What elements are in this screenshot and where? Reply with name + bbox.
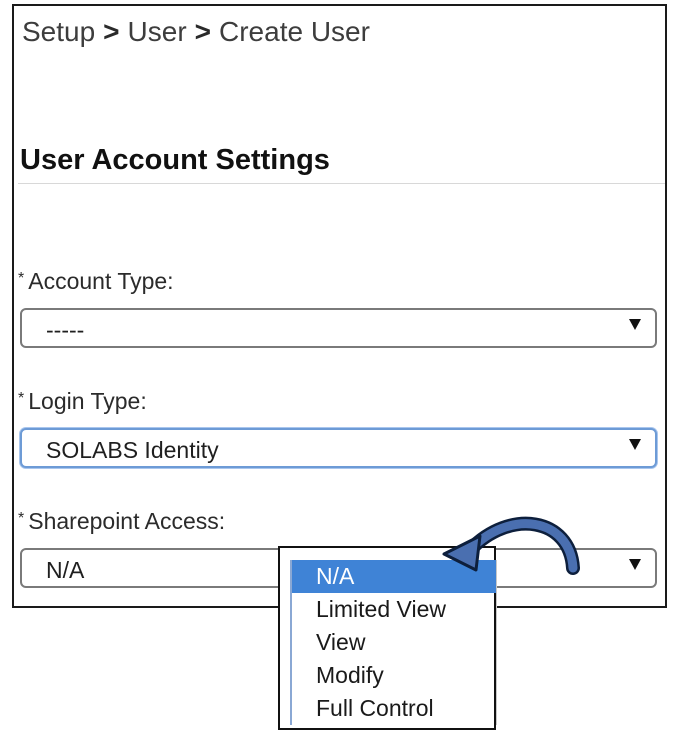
- sharepoint-access-label: * Sharepoint Access:: [18, 508, 225, 535]
- account-type-label: * Account Type:: [18, 268, 174, 295]
- section-title: User Account Settings: [20, 144, 330, 176]
- required-marker: *: [18, 510, 25, 527]
- caret-down-icon: [629, 319, 641, 330]
- dropdown-option-modify[interactable]: Modify: [292, 659, 496, 692]
- required-marker: *: [18, 270, 25, 287]
- breadcrumb-separator: >: [103, 16, 120, 47]
- required-marker: *: [18, 390, 25, 407]
- dropdown-option-view[interactable]: View: [292, 626, 496, 659]
- login-type-select[interactable]: SOLABS Identity: [20, 428, 657, 468]
- login-type-value: SOLABS Identity: [46, 437, 219, 463]
- account-type-value: -----: [46, 317, 85, 343]
- breadcrumb-user[interactable]: User: [128, 16, 187, 47]
- account-type-label-text: Account Type:: [28, 268, 174, 294]
- caret-down-icon: [629, 439, 641, 450]
- section-divider: [18, 183, 665, 184]
- breadcrumb-separator: >: [194, 16, 212, 47]
- account-type-select[interactable]: -----: [20, 308, 657, 348]
- breadcrumb: Setup > User > Create User: [22, 16, 370, 48]
- login-type-label-text: Login Type:: [28, 388, 147, 414]
- curved-arrow-icon: [442, 516, 580, 575]
- dropdown-option-full-control[interactable]: Full Control: [292, 692, 496, 725]
- breadcrumb-setup[interactable]: Setup: [22, 16, 95, 47]
- dropdown-option-list: N/A Limited View View Modify Full Contro…: [290, 560, 497, 725]
- sharepoint-access-value: N/A: [46, 557, 85, 583]
- login-type-label: * Login Type:: [18, 388, 147, 415]
- sharepoint-access-label-text: Sharepoint Access:: [28, 508, 226, 534]
- breadcrumb-create-user: Create User: [219, 16, 370, 47]
- dropdown-option-limited-view[interactable]: Limited View: [292, 593, 496, 626]
- caret-down-icon: [629, 559, 641, 570]
